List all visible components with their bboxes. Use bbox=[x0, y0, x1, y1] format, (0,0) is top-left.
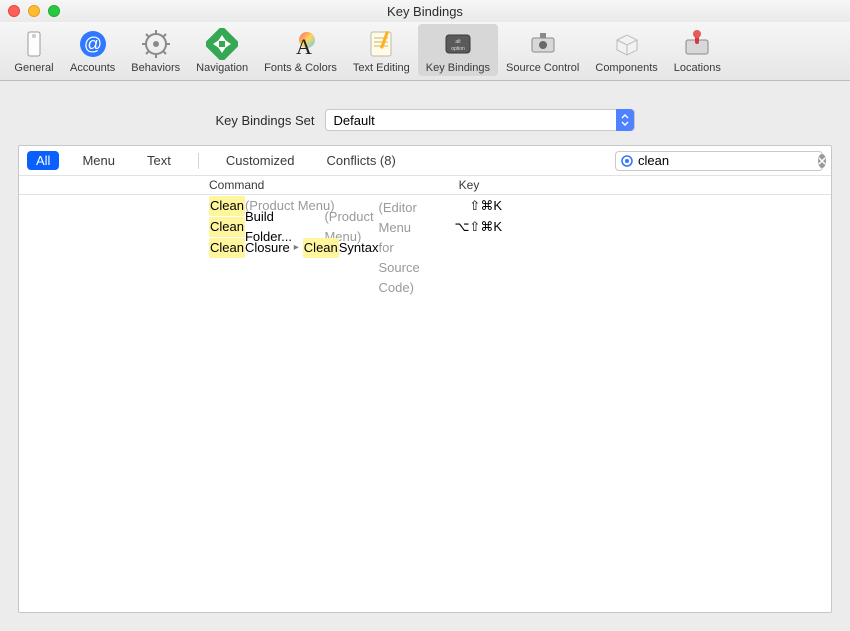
menu-hint: (Editor Menu for Source Code) bbox=[379, 198, 420, 298]
breadcrumb-separator-icon: ▸ bbox=[294, 238, 299, 258]
tab-label: Accounts bbox=[70, 62, 115, 74]
column-command[interactable]: Command bbox=[19, 178, 414, 192]
filter-bar: All Menu Text Customized Conflicts (8) bbox=[19, 146, 831, 176]
key-cell[interactable]: ⇧⌘K bbox=[414, 196, 524, 216]
search-field[interactable] bbox=[615, 151, 823, 171]
tab-source-control[interactable]: Source Control bbox=[498, 24, 587, 76]
titlebar: Key Bindings bbox=[0, 0, 850, 22]
traffic-lights bbox=[8, 5, 60, 17]
command-cell: Clean Closure▸Clean Syntax (Editor Menu … bbox=[19, 198, 420, 298]
accounts-icon: @ bbox=[77, 28, 109, 60]
highlight-text: Clean bbox=[303, 238, 339, 258]
key-bindings-set-row: Key Bindings Set Default bbox=[18, 109, 832, 131]
tab-label: General bbox=[14, 62, 53, 74]
zoom-button[interactable] bbox=[48, 5, 60, 17]
tab-label: Navigation bbox=[196, 62, 248, 74]
table-body: Clean (Product Menu)⇧⌘KClean Build Folde… bbox=[19, 195, 831, 612]
set-label: Key Bindings Set bbox=[215, 113, 314, 128]
filter-divider bbox=[198, 153, 199, 169]
window-title: Key Bindings bbox=[0, 4, 850, 19]
fonts-colors-icon: A bbox=[285, 28, 317, 60]
tab-components[interactable]: Components bbox=[587, 24, 665, 76]
navigation-icon bbox=[206, 28, 238, 60]
tab-label: Source Control bbox=[506, 62, 579, 74]
filter-text[interactable]: Text bbox=[138, 151, 180, 170]
tab-key-bindings[interactable]: altoption Key Bindings bbox=[418, 24, 498, 76]
command-text: Syntax bbox=[339, 238, 379, 258]
tab-navigation[interactable]: Navigation bbox=[188, 24, 256, 76]
preferences-toolbar: General @ Accounts Behaviors Navigation A Font… bbox=[0, 22, 850, 81]
command-text: Closure bbox=[245, 238, 290, 258]
svg-text:option: option bbox=[451, 46, 465, 52]
search-mode-icon[interactable] bbox=[620, 154, 634, 168]
minimize-button[interactable] bbox=[28, 5, 40, 17]
search-input[interactable] bbox=[638, 153, 814, 168]
tab-label: Locations bbox=[674, 62, 721, 74]
table-header: Command Key bbox=[19, 176, 831, 195]
behaviors-icon bbox=[140, 28, 172, 60]
key-bindings-icon: altoption bbox=[442, 28, 474, 60]
tab-label: Behaviors bbox=[131, 62, 180, 74]
set-value: Default bbox=[334, 113, 375, 128]
tab-text-editing[interactable]: Text Editing bbox=[345, 24, 418, 76]
select-arrows-icon bbox=[616, 109, 634, 131]
key-cell[interactable]: ⌥⇧⌘K bbox=[414, 217, 524, 237]
tab-accounts[interactable]: @ Accounts bbox=[62, 24, 123, 76]
tab-label: Text Editing bbox=[353, 62, 410, 74]
svg-text:alt: alt bbox=[455, 39, 461, 45]
filter-menu[interactable]: Menu bbox=[73, 151, 124, 170]
content-area: Key Bindings Set Default All Menu Text C… bbox=[0, 81, 850, 631]
tab-general[interactable]: General bbox=[6, 24, 62, 76]
tab-label: Components bbox=[595, 62, 657, 74]
table-row[interactable]: Clean Closure▸Clean Syntax (Editor Menu … bbox=[19, 237, 831, 258]
close-button[interactable] bbox=[8, 5, 20, 17]
filter-all[interactable]: All bbox=[27, 151, 59, 170]
column-key[interactable]: Key bbox=[414, 178, 524, 192]
components-icon bbox=[611, 28, 643, 60]
preferences-window: Key Bindings General @ Accounts Behaviors Na… bbox=[0, 0, 850, 631]
svg-text:@: @ bbox=[83, 34, 101, 54]
filter-conflicts[interactable]: Conflicts (8) bbox=[317, 151, 404, 170]
tab-locations[interactable]: Locations bbox=[666, 24, 729, 76]
tab-label: Key Bindings bbox=[426, 62, 490, 74]
tab-label: Fonts & Colors bbox=[264, 62, 337, 74]
tab-fonts-colors[interactable]: A Fonts & Colors bbox=[256, 24, 345, 76]
highlight-text: Clean bbox=[209, 238, 245, 258]
search-clear-icon[interactable] bbox=[818, 154, 826, 168]
general-icon bbox=[18, 28, 50, 60]
text-editing-icon bbox=[365, 28, 397, 60]
key-bindings-set-select[interactable]: Default bbox=[325, 109, 635, 131]
svg-text:A: A bbox=[296, 34, 312, 59]
locations-icon bbox=[681, 28, 713, 60]
filter-customized[interactable]: Customized bbox=[217, 151, 304, 170]
bindings-panel: All Menu Text Customized Conflicts (8) bbox=[18, 145, 832, 613]
source-control-icon bbox=[527, 28, 559, 60]
tab-behaviors[interactable]: Behaviors bbox=[123, 24, 188, 76]
